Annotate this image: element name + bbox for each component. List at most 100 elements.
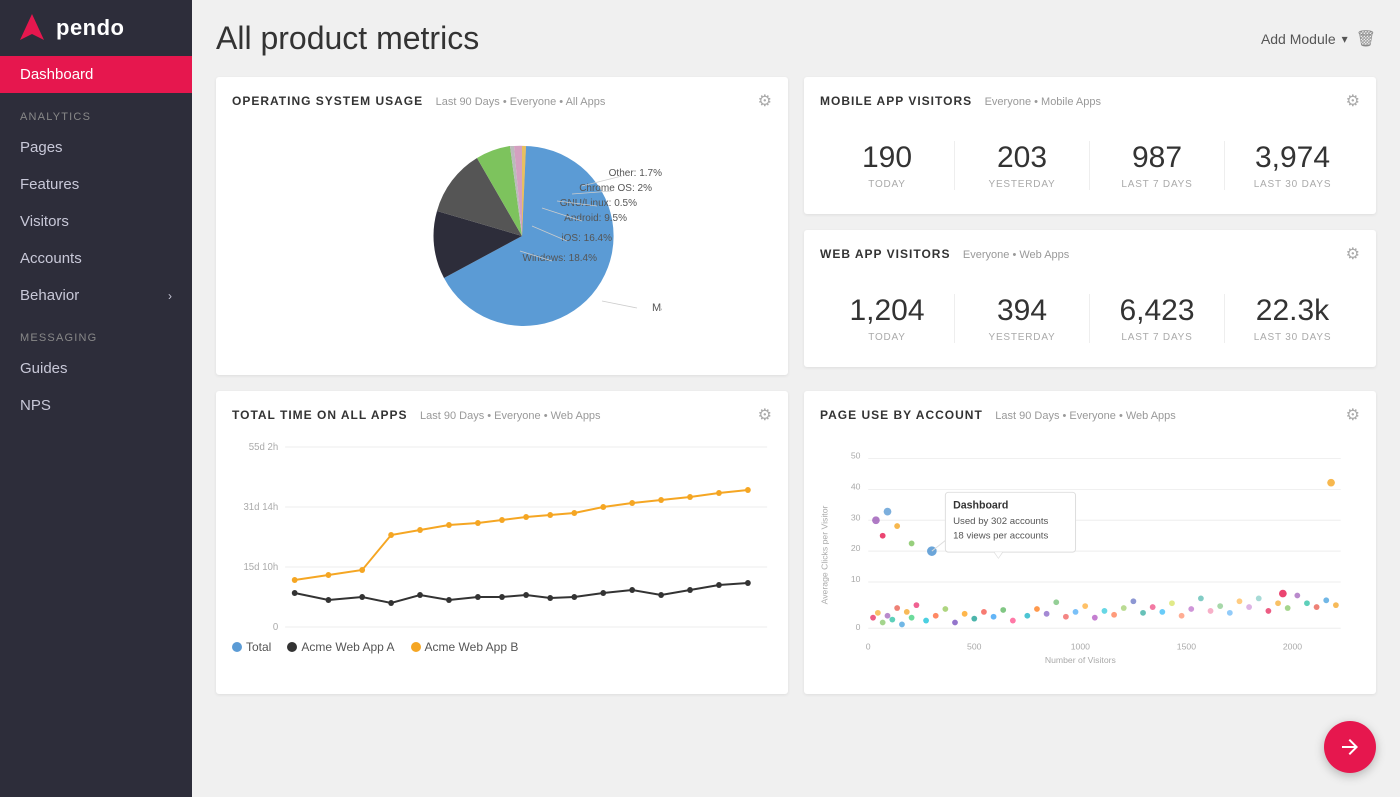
main-content: All product metrics Add Module ▾ 🗑 OPERA… [192,0,1400,797]
mobile-stat-30days: 3,974 LAST 30 DAYS [1225,141,1360,190]
svg-text:0: 0 [856,622,861,632]
sidebar-item-pages[interactable]: Pages [0,129,192,166]
svg-text:50: 50 [851,451,861,461]
web-visitors-header: WEB APP VISITORS Everyone • Web Apps ⚙ [820,244,1360,264]
page-use-title: PAGE USE BY ACCOUNT [820,408,983,422]
fab-arrow-icon [1338,735,1362,759]
mobile-stat-today-value: 190 [820,141,954,175]
sidebar-item-guides[interactable]: Guides [0,350,192,387]
web-stat-today-label: TODAY [820,332,954,343]
page-title: All product metrics [216,20,479,57]
chevron-right-icon: › [168,289,172,303]
total-time-chart: 55d 2h 31d 14h 15d 10h 0 July 2018 Augus… [232,435,772,665]
mobile-visitors-stats: 190 TODAY 203 YESTERDAY 987 LAST 7 DAYS … [820,121,1360,200]
web-visitors-gear-icon[interactable]: ⚙ [1346,244,1360,264]
os-usage-chart: Other: 1.7% Chrome OS: 2% GNU/Linux: 0.5… [232,121,772,361]
chevron-down-icon: ▾ [1342,32,1348,46]
line-chart-svg: 55d 2h 31d 14h 15d 10h 0 July 2018 Augus… [232,435,772,635]
web-stat-today-value: 1,204 [820,294,954,328]
sidebar-item-guides-label: Guides [20,360,68,377]
legend-app-b-label: Acme Web App B [425,640,519,654]
web-stat-7days-label: LAST 7 DAYS [1090,332,1224,343]
sidebar-item-nps-label: NPS [20,397,51,414]
svg-text:Number of Visitors: Number of Visitors [1045,655,1117,665]
web-stat-yesterday-label: YESTERDAY [955,332,1089,343]
add-module-button[interactable]: Add Module ▾ [1261,31,1348,47]
analytics-section-label: ANALYTICS [0,93,192,129]
sidebar-item-behavior-label: Behavior [20,287,79,304]
visitors-column: MOBILE APP VISITORS Everyone • Mobile Ap… [804,77,1376,375]
os-usage-card: OPERATING SYSTEM USAGE Last 90 Days • Ev… [216,77,788,375]
sidebar-item-visitors-label: Visitors [20,213,69,230]
web-visitors-title: WEB APP VISITORS [820,247,950,261]
web-stat-yesterday-value: 394 [955,294,1089,328]
os-usage-header: OPERATING SYSTEM USAGE Last 90 Days • Ev… [232,91,772,111]
svg-text:Dashboard: Dashboard [953,500,1008,512]
os-usage-gear-icon[interactable]: ⚙ [758,91,772,111]
svg-text:Used by 302 accounts: Used by 302 accounts [953,516,1048,527]
add-module-label: Add Module [1261,31,1336,47]
mobile-stat-7days: 987 LAST 7 DAYS [1090,141,1225,190]
total-time-title: TOTAL TIME ON ALL APPS [232,408,408,422]
mobile-stat-yesterday-value: 203 [955,141,1089,175]
total-time-subtitle: Last 90 Days • Everyone • Web Apps [420,410,601,422]
mobile-stat-30days-label: LAST 30 DAYS [1225,179,1360,190]
svg-text:iOS: 16.4%: iOS: 16.4% [561,233,612,244]
svg-text:Mac OSX: 83.7%: Mac OSX: 83.7% [652,302,662,314]
mobile-stat-yesterday-label: YESTERDAY [955,179,1089,190]
svg-text:30: 30 [851,512,861,522]
sidebar-item-accounts[interactable]: Accounts [0,240,192,277]
trash-icon[interactable]: 🗑 [1356,29,1376,49]
svg-text:1500: 1500 [1177,642,1196,652]
legend-app-a-label: Acme Web App A [301,640,394,654]
legend-app-a: Acme Web App A [287,640,394,654]
web-stat-7days: 6,423 LAST 7 DAYS [1090,294,1225,343]
legend-total-label: Total [246,640,271,654]
sidebar-item-dashboard[interactable]: Dashboard [0,56,192,93]
page-use-chart: Average Clicks per Visitor 50 40 30 20 1… [820,435,1360,680]
svg-text:31d 14h: 31d 14h [243,502,278,513]
sidebar-item-visitors[interactable]: Visitors [0,203,192,240]
sidebar-item-pages-label: Pages [20,139,63,156]
svg-text:Windows: 18.4%: Windows: 18.4% [523,253,598,264]
mobile-stat-30days-value: 3,974 [1225,141,1360,175]
sidebar-item-behavior[interactable]: Behavior › [0,277,192,314]
svg-text:55d 2h: 55d 2h [249,442,278,453]
page-use-gear-icon[interactable]: ⚙ [1346,405,1360,425]
web-stat-7days-value: 6,423 [1090,294,1224,328]
mobile-visitors-card: MOBILE APP VISITORS Everyone • Mobile Ap… [804,77,1376,214]
line-chart-legend: Total Acme Web App A Acme Web App B [232,640,772,654]
svg-text:500: 500 [967,642,982,652]
web-stat-30days: 22.3k LAST 30 DAYS [1225,294,1360,343]
legend-total-dot [232,642,242,652]
legend-total: Total [232,640,271,654]
svg-text:2000: 2000 [1283,642,1302,652]
total-time-gear-icon[interactable]: ⚙ [758,405,772,425]
sidebar: pendo Dashboard ANALYTICS Pages Features… [0,0,192,797]
sidebar-item-nps[interactable]: NPS [0,387,192,424]
dashboard-grid: OPERATING SYSTEM USAGE Last 90 Days • Ev… [216,77,1376,694]
os-usage-title: OPERATING SYSTEM USAGE [232,94,423,108]
mobile-visitors-header: MOBILE APP VISITORS Everyone • Mobile Ap… [820,91,1360,111]
logo-text: pendo [56,15,125,41]
mobile-visitors-gear-icon[interactable]: ⚙ [1346,91,1360,111]
web-stat-30days-label: LAST 30 DAYS [1225,332,1360,343]
svg-text:40: 40 [851,481,861,491]
fab-button[interactable] [1324,721,1376,773]
mobile-visitors-title: MOBILE APP VISITORS [820,94,972,108]
page-use-card: PAGE USE BY ACCOUNT Last 90 Days • Every… [804,391,1376,694]
sidebar-item-features[interactable]: Features [0,166,192,203]
pendo-logo-icon [16,12,48,44]
svg-text:GNU/Linux: 0.5%: GNU/Linux: 0.5% [560,198,637,209]
web-visitors-card: WEB APP VISITORS Everyone • Web Apps ⚙ 1… [804,230,1376,367]
svg-text:1000: 1000 [1071,642,1090,652]
web-stat-30days-value: 22.3k [1225,294,1360,328]
mobile-stat-today-label: TODAY [820,179,954,190]
total-time-card: TOTAL TIME ON ALL APPS Last 90 Days • Ev… [216,391,788,694]
sidebar-item-accounts-label: Accounts [20,250,82,267]
svg-text:0: 0 [866,642,871,652]
total-time-header: TOTAL TIME ON ALL APPS Last 90 Days • Ev… [232,405,772,425]
legend-app-a-dot [287,642,297,652]
svg-text:10: 10 [851,574,861,584]
svg-text:0: 0 [273,622,279,633]
